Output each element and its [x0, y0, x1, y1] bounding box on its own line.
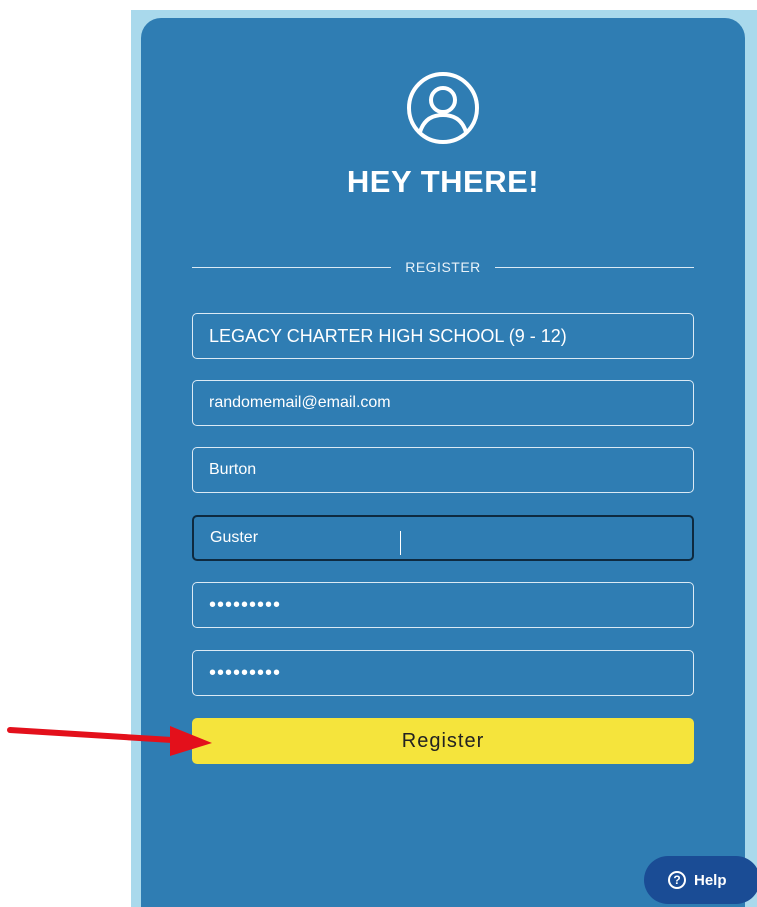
email-field[interactable]: [192, 380, 694, 426]
register-card: HEY THERE! REGISTER Register: [141, 18, 745, 907]
question-circle-icon: ?: [668, 871, 686, 889]
help-button[interactable]: ? Help: [644, 856, 757, 904]
last-name-field[interactable]: [192, 515, 694, 561]
divider-label: REGISTER: [405, 259, 481, 275]
first-name-field[interactable]: [192, 447, 694, 493]
school-field[interactable]: [192, 313, 694, 359]
password-field[interactable]: [192, 582, 694, 628]
section-divider: REGISTER: [192, 256, 695, 278]
user-circle-icon: [407, 72, 479, 144]
page-title: HEY THERE!: [346, 164, 540, 199]
divider-line-right: [494, 266, 695, 268]
help-label: Help: [694, 871, 727, 889]
register-button[interactable]: Register: [192, 718, 694, 764]
text-cursor: [400, 531, 401, 555]
confirm-password-field[interactable]: [192, 650, 694, 696]
divider-line-left: [192, 266, 392, 268]
